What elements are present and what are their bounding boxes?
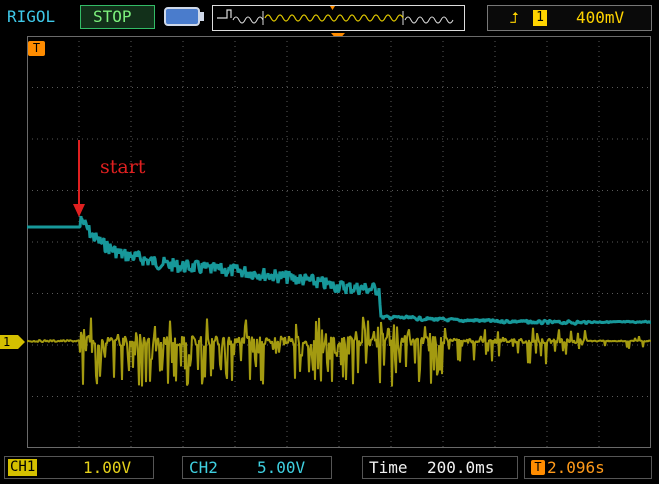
trigger-source-badge: 1 xyxy=(533,10,547,26)
status-bar: RIGOL STOP ⮥ 1 400mV xyxy=(0,0,659,36)
ch2-tag: CH2 xyxy=(189,458,218,477)
trigger-offset-panel[interactable]: T 2.096s xyxy=(524,456,652,479)
waveform-overview-icon xyxy=(217,6,454,25)
trigger-offset-icon: T xyxy=(531,460,545,475)
ch1-tag: CH1 xyxy=(8,459,38,476)
timebase-value: 200.0ms xyxy=(427,458,495,477)
trigger-time-marker[interactable]: T xyxy=(28,41,45,56)
brand-logo: RIGOL xyxy=(7,7,56,26)
timebase-panel[interactable]: Time 200.0ms xyxy=(362,456,518,479)
waveform-display[interactable] xyxy=(26,36,652,448)
ch1-scale-panel[interactable]: CH1 1.00V xyxy=(4,456,154,479)
battery-icon xyxy=(164,7,200,26)
ch2-scale-panel[interactable]: CH2 5.00V xyxy=(182,456,332,479)
waveform-canvas xyxy=(26,36,652,448)
trigger-status[interactable]: ⮥ 1 400mV xyxy=(487,5,652,31)
ch2-trace xyxy=(27,215,652,326)
run-state-label: STOP xyxy=(93,7,132,26)
start-annotation: start xyxy=(100,156,146,178)
timebase-label: Time xyxy=(369,458,408,477)
trigger-level: 400mV xyxy=(576,8,625,27)
ch1-ground-label: 1 xyxy=(3,335,11,349)
start-arrow-icon xyxy=(73,140,85,217)
ch2-volts-per-div: 5.00V xyxy=(257,458,306,477)
run-stop-indicator[interactable]: STOP xyxy=(80,5,155,29)
rising-edge-icon: ⮥ xyxy=(510,9,519,27)
trigger-offset-value: 2.096s xyxy=(547,458,605,477)
battery-tip xyxy=(200,12,204,21)
memory-overview xyxy=(212,5,465,31)
channel-info-bar: CH1 1.00V CH2 5.00V Time 200.0ms T 2.096… xyxy=(0,452,659,484)
ch1-volts-per-div: 1.00V xyxy=(83,458,132,477)
